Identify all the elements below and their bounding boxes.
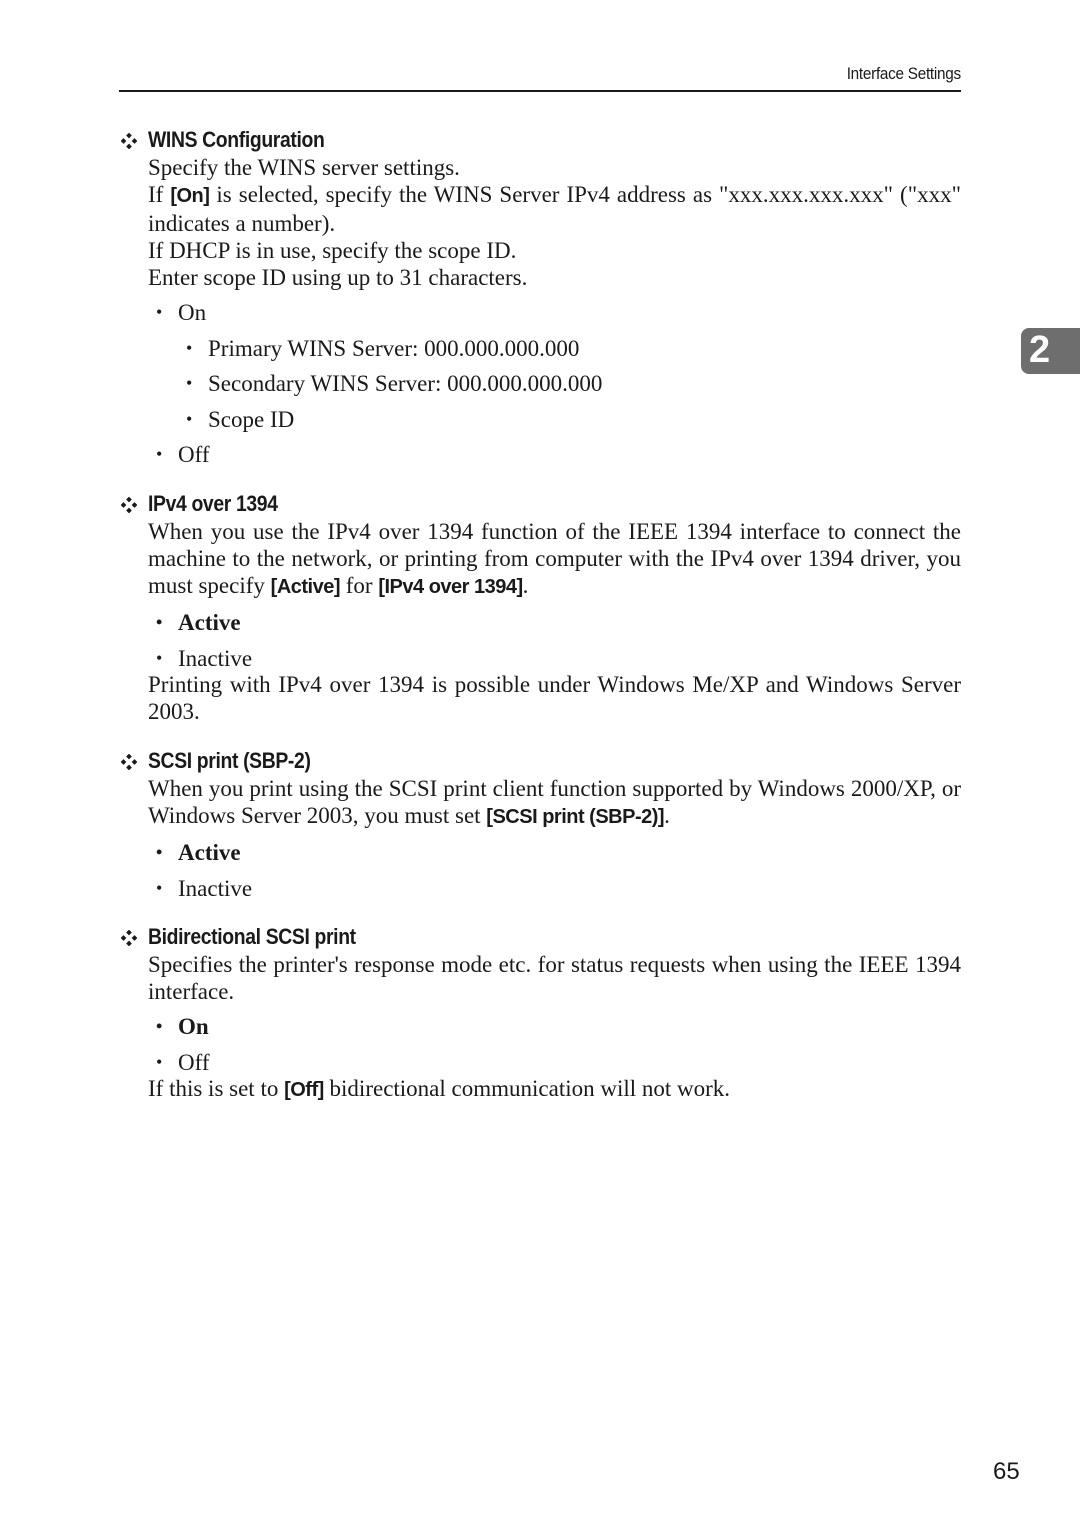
list-item-default: • Active: [156, 605, 961, 641]
paragraph: When you print using the SCSI print clie…: [148, 775, 961, 831]
option-label: On: [178, 300, 207, 325]
option-label: Off: [178, 442, 210, 467]
heading-text: Bidirectional SCSI print: [148, 924, 356, 949]
section-ipv4-over-1394: IPv4 over 1394 When you use the IPv4 ove…: [119, 490, 961, 725]
paragraph-text: If: [148, 182, 171, 207]
paragraph: Specify the WINS server settings.: [148, 154, 961, 181]
section-wins-configuration: WINS Configuration Specify the WINS serv…: [119, 126, 961, 473]
diamond-bullet-icon: [121, 497, 137, 513]
paragraph-text: Printing with IPv4 over 1394 is possible…: [148, 672, 961, 724]
diamond-bullet-icon: [121, 930, 137, 946]
list-item-default: • Active: [156, 835, 961, 871]
section-heading: SCSI print (SBP-2): [119, 747, 961, 775]
bullet-icon: •: [156, 302, 163, 322]
keyword-on: [On]: [170, 185, 210, 207]
paragraph-text: .: [522, 573, 529, 598]
bullet-icon: •: [186, 337, 193, 358]
paragraph: When you use the IPv4 over 1394 function…: [148, 518, 961, 601]
list-item: • Inactive: [156, 641, 961, 677]
option-list: • Active • Inactive: [119, 835, 961, 906]
list-item: • Primary WINS Server: 000.000.000.000: [186, 331, 961, 367]
section-heading: WINS Configuration: [119, 126, 961, 154]
note-paragraph: Printing with IPv4 over 1394 is possible…: [148, 671, 961, 725]
running-header: Interface Settings: [119, 64, 961, 92]
paragraph: Specifies the printer's response mode et…: [148, 951, 961, 1005]
option-label: Off: [178, 1049, 210, 1075]
chapter-tab: 2: [1021, 328, 1080, 374]
bullet-icon: •: [186, 408, 193, 429]
option-list: • On • Off: [119, 1009, 961, 1080]
paragraph: Enter scope ID using up to 31 characters…: [148, 264, 961, 291]
running-header-title: Interface Settings: [846, 64, 961, 83]
bullet-icon: •: [156, 612, 163, 632]
bullet-icon: •: [156, 842, 163, 862]
paragraph: If DHCP is in use, specify the scope ID.: [148, 237, 961, 264]
option-list: • Active • Inactive: [119, 605, 961, 676]
keyword-ipv4-over-1394: [IPv4 over 1394]: [378, 576, 523, 598]
option-label: On: [178, 1014, 209, 1039]
option-label: Inactive: [178, 645, 253, 671]
option-label: Scope ID: [208, 406, 295, 432]
option-label: Primary WINS Server: 000.000.000.000: [208, 335, 580, 361]
bullet-icon: •: [156, 1016, 163, 1036]
paragraph: If [On] is selected, specify the WINS Se…: [148, 181, 961, 237]
keyword-scsi-print: [SCSI print (SBP-2)]: [486, 806, 665, 828]
list-item: • Inactive: [156, 871, 961, 907]
option-label: Active: [178, 840, 241, 865]
paragraph-text: for: [340, 573, 379, 598]
section-scsi-print-sbp2: SCSI print (SBP-2) When you print using …: [119, 747, 961, 906]
list-item: • On: [156, 295, 961, 331]
heading-text: IPv4 over 1394: [148, 491, 278, 516]
paragraph-text: Specifies the printer's response mode et…: [148, 952, 961, 1004]
paragraph-text: Specify the WINS server settings.: [148, 155, 460, 180]
list-item: • Off: [156, 1045, 961, 1081]
option-label: Secondary WINS Server: 000.000.000.000: [208, 371, 603, 396]
paragraph-text: Enter scope ID using up to 31 characters…: [148, 265, 528, 290]
bullet-icon: •: [156, 1051, 163, 1072]
bullet-icon: •: [156, 877, 163, 898]
option-label: Active: [178, 610, 241, 635]
keyword-active: [Active]: [270, 576, 341, 598]
list-item: • Off: [156, 437, 961, 473]
diamond-bullet-icon: [121, 754, 137, 770]
option-label: Inactive: [178, 875, 253, 901]
heading-text: SCSI print (SBP-2): [148, 748, 311, 773]
page-number: 65: [993, 1458, 1020, 1485]
bullet-icon: •: [186, 373, 193, 393]
paragraph-text: If DHCP is in use, specify the scope ID.: [148, 238, 517, 263]
list-item-default: • On: [156, 1009, 961, 1045]
bullet-icon: •: [156, 444, 163, 464]
heading-text: WINS Configuration: [148, 127, 325, 152]
chapter-number: 2: [1029, 329, 1051, 371]
section-heading: IPv4 over 1394: [119, 490, 961, 518]
keyword-off: [Off]: [284, 1079, 324, 1101]
diamond-bullet-icon: [121, 133, 137, 149]
section-bidirectional-scsi-print: Bidirectional SCSI print Specifies the p…: [119, 923, 961, 1104]
paragraph-text: .: [664, 803, 670, 828]
option-list: • On • Primary WINS Server: 000.000.000.00…: [119, 295, 961, 473]
bullet-icon: •: [156, 647, 163, 668]
list-item: • Secondary WINS Server: 000.000.000.000: [186, 366, 961, 402]
section-heading: Bidirectional SCSI print: [119, 923, 961, 951]
list-item: • Scope ID: [186, 402, 961, 438]
paragraph-text: is selected, specify the WINS Server IPv…: [148, 182, 961, 236]
